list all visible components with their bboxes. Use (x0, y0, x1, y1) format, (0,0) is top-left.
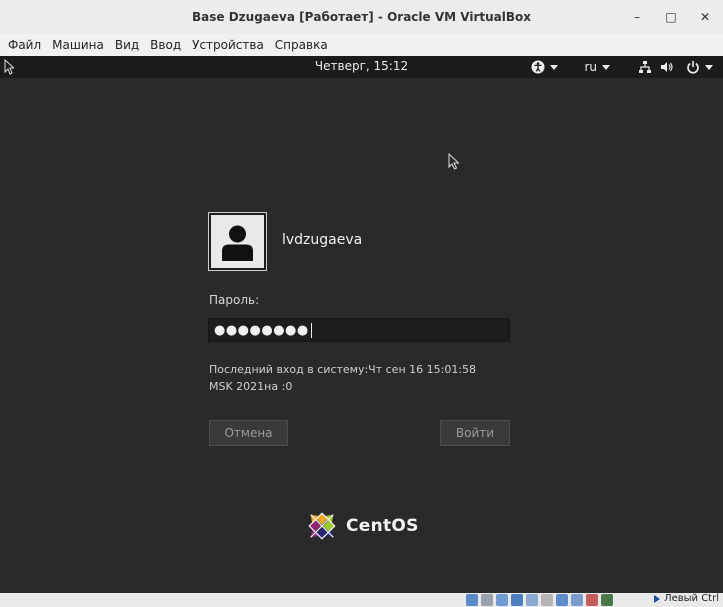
chevron-down-icon (550, 64, 559, 70)
chevron-down-icon (705, 64, 713, 70)
centos-logo: CentOS (303, 507, 419, 545)
maximize-button[interactable]: □ (663, 9, 679, 25)
password-field[interactable]: ●●●●●●●● (208, 318, 510, 342)
close-button[interactable]: ✕ (697, 9, 713, 25)
menu-view[interactable]: Вид (115, 38, 139, 52)
shared-folders-icon[interactable] (541, 594, 553, 606)
last-login-line: MSK 2021на :0 (209, 380, 293, 393)
centos-wordmark: CentOS (346, 516, 419, 536)
password-label: Пароль: (209, 293, 260, 307)
host-key: Левый Ctrl (654, 593, 719, 604)
menu-file[interactable]: Файл (8, 38, 41, 52)
last-login-line: Последний вход в систему:Чт сен 16 15:01… (209, 363, 477, 376)
display-icon[interactable] (556, 594, 568, 606)
menu-bar: Файл Машина Вид Ввод Устройства Справка (0, 34, 723, 56)
window-title: Base Dzugaeva [Работает] - Oracle VM Vir… (192, 10, 531, 24)
audio-icon[interactable] (496, 594, 508, 606)
network-icon (639, 61, 651, 73)
login-button[interactable]: Войти (440, 420, 510, 446)
user-avatar[interactable] (208, 212, 267, 271)
keyboard-layout-label: ru (584, 60, 597, 74)
accessibility-menu[interactable] (531, 60, 559, 74)
mouse-pointer-icon (448, 153, 459, 170)
power-icon (687, 61, 699, 74)
menu-input[interactable]: Ввод (150, 38, 181, 52)
user-icon (222, 225, 253, 261)
minimize-button[interactable]: – (629, 9, 645, 25)
keyboard-layout-menu[interactable]: ru (584, 60, 610, 74)
status-area[interactable] (638, 60, 713, 74)
chevron-down-icon (602, 64, 610, 70)
window-titlebar[interactable]: Base Dzugaeva [Работает] - Oracle VM Vir… (0, 0, 723, 34)
menu-help[interactable]: Справка (275, 38, 328, 52)
gnome-top-bar: Четверг, 15:12 ru (0, 56, 723, 78)
cancel-button[interactable]: Отмена (209, 420, 288, 446)
menu-machine[interactable]: Машина (52, 38, 104, 52)
cpu-icon[interactable] (586, 594, 598, 606)
accessibility-icon (531, 60, 545, 74)
menu-devices[interactable]: Устройства (192, 38, 264, 52)
host-key-label: Левый Ctrl (664, 593, 719, 604)
volume-icon (661, 62, 673, 72)
hard-disk-icon[interactable] (466, 594, 478, 606)
password-value: ●●●●●●●● (214, 322, 309, 338)
last-login-info: Последний вход в систему:Чт сен 16 15:01… (209, 361, 509, 395)
arrow-right-icon (654, 594, 661, 603)
network-adapter-icon[interactable] (511, 594, 523, 606)
text-cursor (310, 322, 312, 338)
system-menu: ru (531, 58, 713, 76)
vm-screen[interactable]: Четверг, 15:12 ru lvdzugaeva Пароль: ●●●… (0, 56, 723, 593)
optical-drive-icon[interactable] (481, 594, 493, 606)
mouse-integration-icon[interactable] (601, 594, 613, 606)
window-controls: – □ ✕ (629, 9, 713, 25)
centos-logo-icon (308, 512, 336, 540)
recording-icon[interactable] (571, 594, 583, 606)
username[interactable]: lvdzugaeva (282, 232, 362, 248)
usb-icon[interactable] (526, 594, 538, 606)
vbox-statusbar: Левый Ctrl (0, 593, 723, 607)
device-status-icons (466, 594, 613, 606)
